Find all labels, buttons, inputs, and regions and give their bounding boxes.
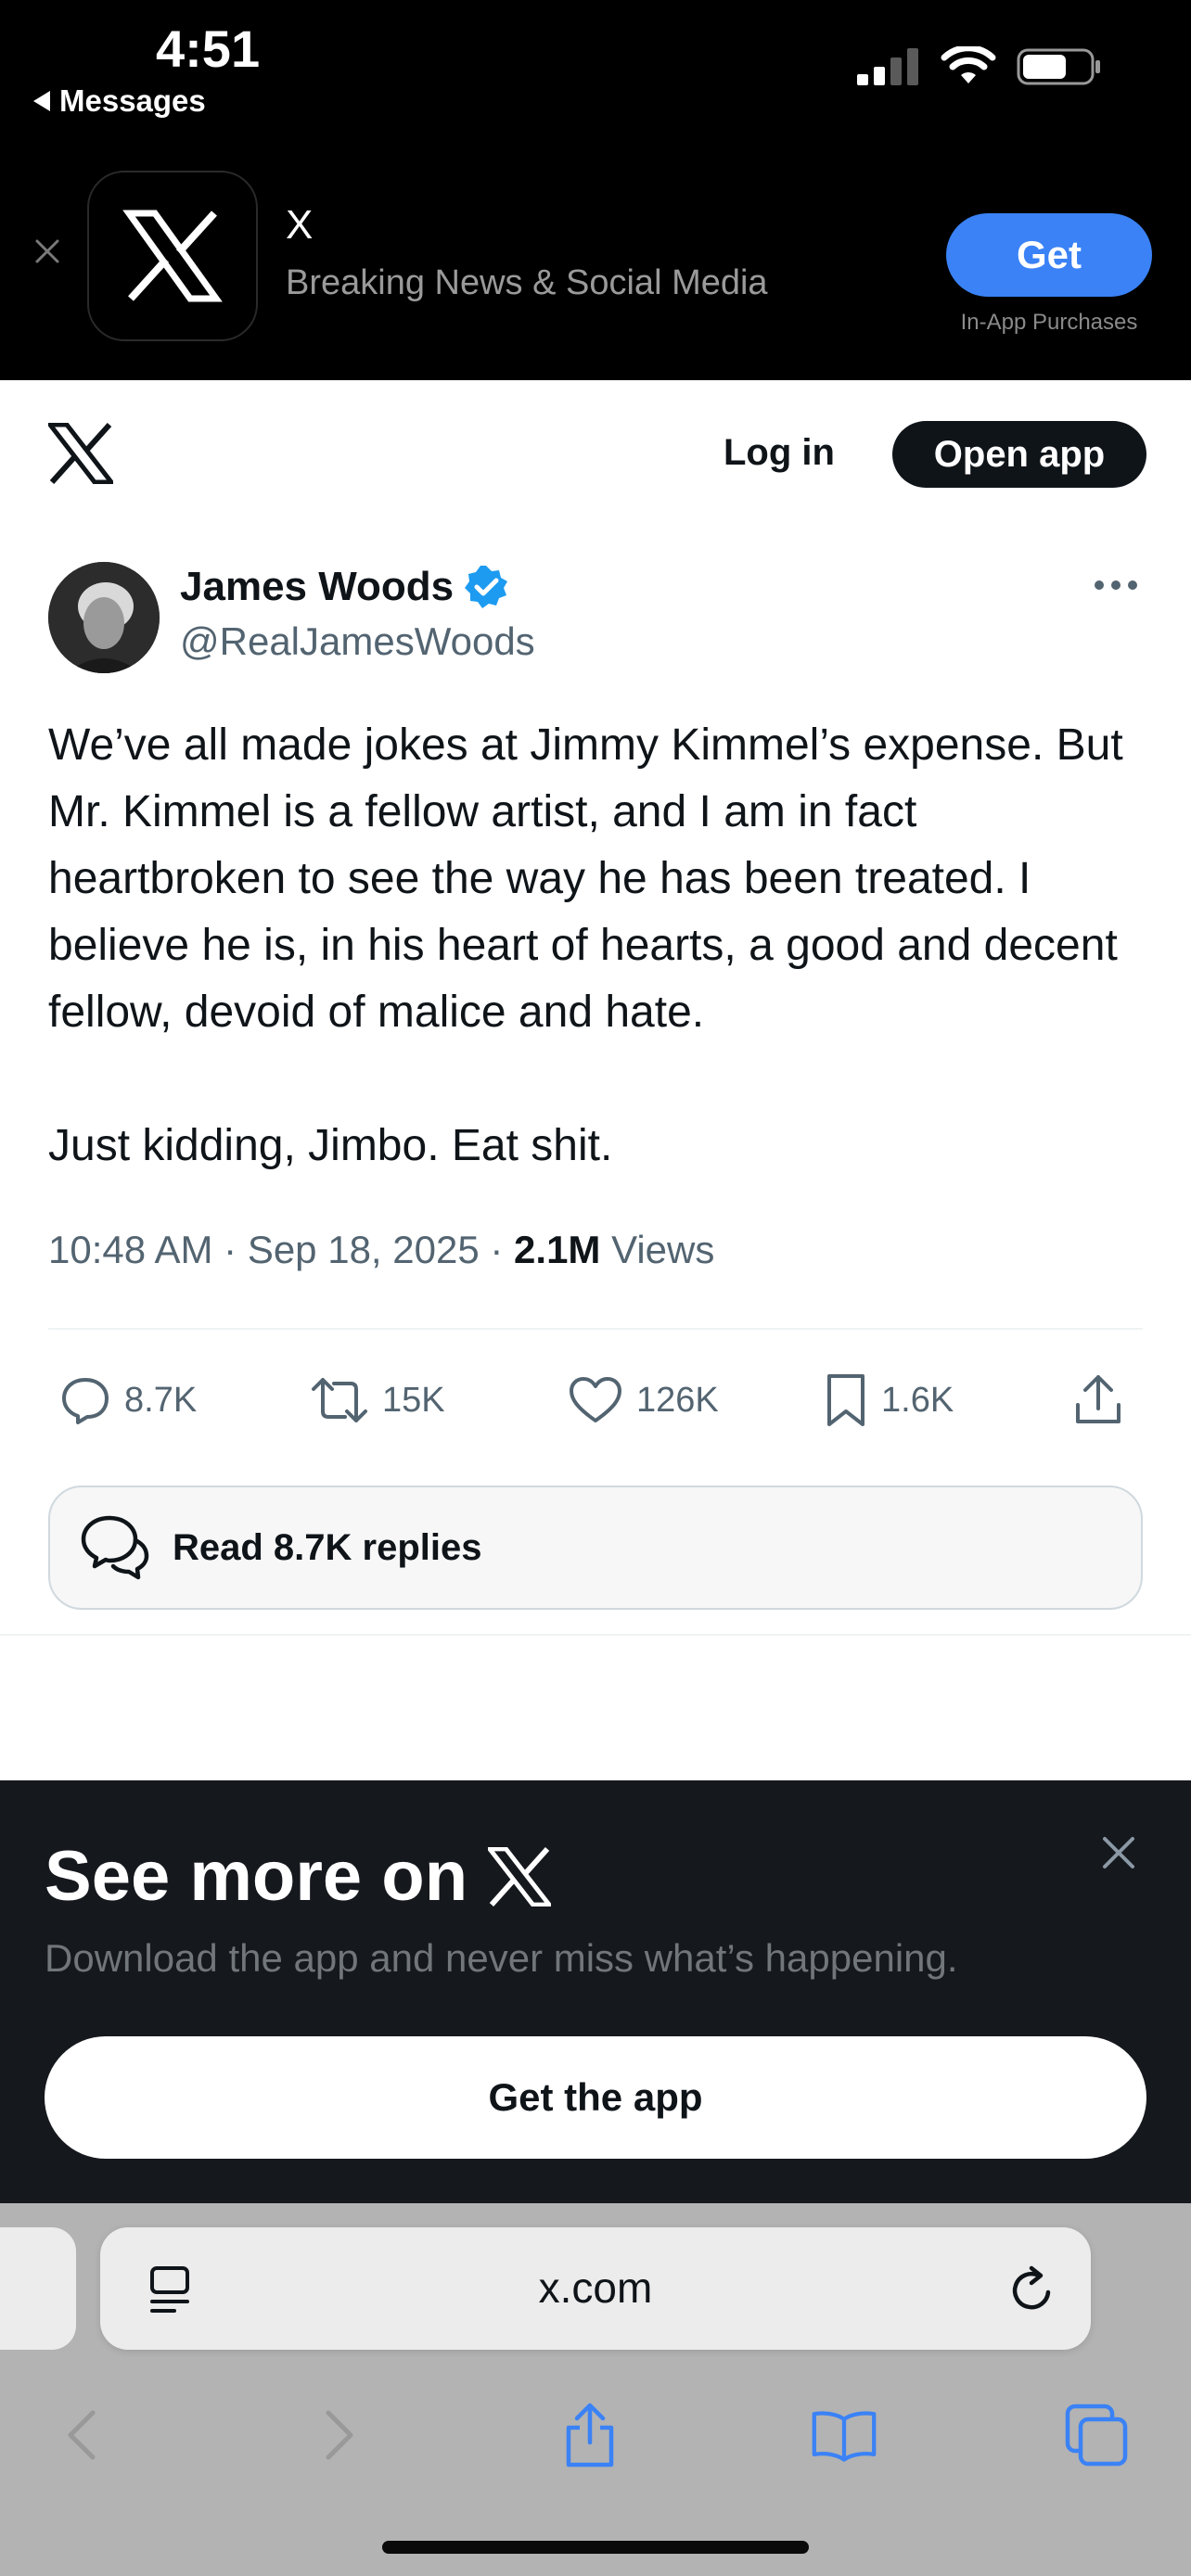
x-logo-icon xyxy=(122,210,223,302)
tweet-date[interactable]: Sep 18, 2025 xyxy=(248,1228,480,1271)
status-time: 4:51 xyxy=(156,19,261,78)
avatar-photo xyxy=(48,562,160,673)
banner-close-icon[interactable] xyxy=(33,237,61,265)
x-logo-icon[interactable] xyxy=(48,423,113,484)
views-count: 2.1M xyxy=(514,1228,601,1271)
tweet-meta: 10:48 AM · Sep 18, 2025 · 2.1M Views xyxy=(48,1228,714,1272)
in-app-purchases-note: In-App Purchases xyxy=(960,310,1138,335)
tweet-text: We’ve all made jokes at Jimmy Kimmel’s e… xyxy=(48,721,1123,1170)
like-button[interactable]: 126K xyxy=(568,1363,719,1437)
read-replies-button[interactable]: Read 8.7K replies xyxy=(48,1486,1143,1610)
bookmark-count: 1.6K xyxy=(881,1380,954,1420)
meta-separator: · xyxy=(490,1228,504,1271)
tabs-button[interactable] xyxy=(1063,2402,1130,2468)
share-button[interactable] xyxy=(1072,1363,1124,1437)
banner-app-name: X xyxy=(286,202,314,248)
back-label: Messages xyxy=(59,83,206,118)
ios-top-area: 4:51 Messages X Breaking News & Social M… xyxy=(0,0,1191,380)
open-app-button[interactable]: Open app xyxy=(892,421,1146,488)
cellular-signal-icon xyxy=(857,48,918,85)
share-icon xyxy=(1076,1375,1121,1423)
back-triangle-icon xyxy=(33,91,50,111)
verified-badge-icon xyxy=(465,566,508,608)
see-more-sheet: See more on Download the app and never m… xyxy=(0,1780,1191,2203)
repost-button[interactable]: 15K xyxy=(310,1363,445,1437)
back-button[interactable] xyxy=(48,2402,115,2468)
read-replies-label: Read 8.7K replies xyxy=(173,1526,482,1568)
book-icon xyxy=(812,2411,877,2462)
share-icon xyxy=(566,2403,614,2468)
divider xyxy=(48,1328,1143,1330)
repost-count: 15K xyxy=(382,1380,445,1420)
bookmarks-button[interactable] xyxy=(811,2402,877,2468)
x-app-icon[interactable] xyxy=(87,171,258,341)
battery-icon xyxy=(1017,48,1100,85)
replies-bubble-icon xyxy=(81,1515,149,1580)
bookmark-button[interactable]: 1.6K xyxy=(824,1363,954,1437)
address-bar[interactable]: x.com xyxy=(100,2227,1091,2350)
tweet-actions: 8.7K 15K 126K 1.6K xyxy=(48,1363,1143,1437)
get-app-store-button[interactable]: Get xyxy=(946,213,1152,297)
author-handle[interactable]: @RealJamesWoods xyxy=(180,619,535,664)
chevron-left-icon xyxy=(68,2410,96,2460)
browser-toolbar: x.com xyxy=(0,2203,1191,2576)
reload-icon[interactable] xyxy=(1005,2263,1057,2316)
browser-nav-row xyxy=(0,2389,1191,2481)
previous-tab-peek[interactable] xyxy=(0,2227,76,2350)
author-name[interactable]: James Woods xyxy=(180,564,454,610)
views-label: Views xyxy=(611,1228,715,1271)
bookmark-icon xyxy=(827,1374,864,1426)
forward-button[interactable] xyxy=(306,2402,373,2468)
reply-icon xyxy=(62,1378,109,1424)
meta-separator: · xyxy=(224,1228,237,1271)
like-count: 126K xyxy=(636,1380,719,1420)
share-page-button[interactable] xyxy=(557,2402,623,2468)
avatar[interactable] xyxy=(48,562,160,673)
repost-icon xyxy=(312,1378,367,1422)
status-icons xyxy=(857,46,1102,87)
see-more-title: See more on xyxy=(45,1836,552,1917)
see-more-subtitle: Download the app and never miss what’s h… xyxy=(45,1936,958,1980)
reply-button[interactable]: 8.7K xyxy=(59,1363,197,1437)
tabs-icon xyxy=(1065,2404,1128,2467)
wifi-icon xyxy=(941,46,996,83)
author-row[interactable]: James Woods xyxy=(180,564,509,610)
close-icon[interactable] xyxy=(1100,1834,1137,1871)
tweet-time[interactable]: 10:48 AM xyxy=(48,1228,212,1271)
more-options-icon[interactable] xyxy=(1095,580,1137,590)
banner-app-subtitle: Breaking News & Social Media xyxy=(286,263,768,302)
heart-icon xyxy=(570,1377,621,1422)
x-logo-icon xyxy=(488,1846,552,1906)
see-more-title-text: See more on xyxy=(45,1837,468,1916)
reply-count: 8.7K xyxy=(124,1380,198,1420)
get-the-app-button[interactable]: Get the app xyxy=(45,2036,1146,2159)
url-text[interactable]: x.com xyxy=(100,2263,1091,2313)
back-to-messages[interactable]: Messages xyxy=(33,83,206,119)
divider xyxy=(0,1634,1191,1636)
home-indicator[interactable] xyxy=(382,2541,809,2554)
log-in-link[interactable]: Log in xyxy=(724,432,835,474)
chevron-right-icon xyxy=(326,2410,353,2460)
